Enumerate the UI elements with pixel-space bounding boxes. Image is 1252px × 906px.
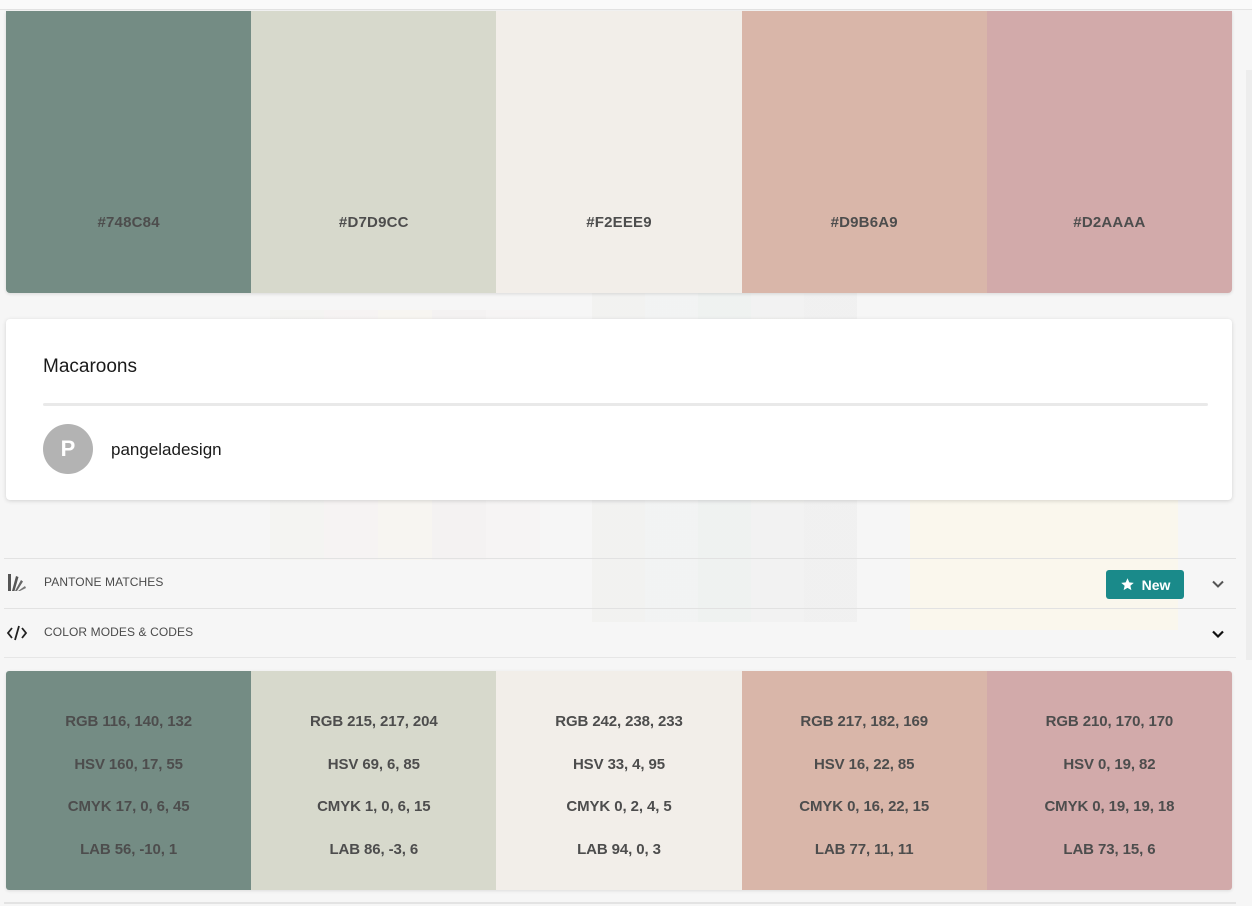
color-code-column: RGB 116, 140, 132 HSV 160, 17, 55 CMYK 1… — [6, 671, 252, 890]
lab-value[interactable]: LAB 73, 15, 6 — [1063, 841, 1155, 884]
color-swatch[interactable]: #D2AAAA — [986, 11, 1232, 293]
avatar[interactable]: P — [43, 424, 93, 474]
chevron-down-icon[interactable] — [1210, 576, 1226, 592]
star-icon — [1120, 578, 1134, 591]
cmyk-value[interactable]: CMYK 0, 2, 4, 5 — [566, 798, 671, 841]
bottom-divider — [4, 902, 1236, 904]
hsv-value[interactable]: HSV 16, 22, 85 — [814, 756, 914, 799]
rgb-value[interactable]: RGB 215, 217, 204 — [310, 713, 438, 756]
rgb-value[interactable]: RGB 217, 182, 169 — [800, 713, 928, 756]
palette-info-card: Macaroons P pangeladesign — [6, 319, 1232, 500]
cmyk-value[interactable]: CMYK 0, 16, 22, 15 — [799, 798, 929, 841]
hsv-value[interactable]: HSV 160, 17, 55 — [74, 756, 183, 799]
cmyk-value[interactable]: CMYK 0, 19, 19, 18 — [1044, 798, 1174, 841]
rgb-value[interactable]: RGB 116, 140, 132 — [65, 713, 192, 756]
swatch-hex-label[interactable]: #D7D9CC — [339, 214, 409, 231]
pantone-matches-section[interactable]: PANTONE MATCHES New — [4, 558, 1236, 608]
divider — [43, 403, 1208, 406]
swatch-hex-label[interactable]: #F2EEE9 — [586, 214, 652, 231]
hsv-value[interactable]: HSV 33, 4, 95 — [573, 756, 665, 799]
pantone-fan-icon — [8, 574, 26, 591]
hsv-value[interactable]: HSV 69, 6, 85 — [328, 756, 420, 799]
palette-title: Macaroons — [43, 356, 137, 377]
scrollbar-track[interactable] — [1246, 70, 1252, 660]
lab-value[interactable]: LAB 86, -3, 6 — [329, 841, 418, 884]
section-label: PANTONE MATCHES — [44, 575, 164, 589]
lab-value[interactable]: LAB 77, 11, 11 — [815, 841, 914, 884]
color-code-column: RGB 242, 238, 233 HSV 33, 4, 95 CMYK 0, … — [496, 671, 742, 890]
swatch-hex-label[interactable]: #748C84 — [97, 214, 159, 231]
new-badge-label: New — [1141, 576, 1171, 593]
color-code-column: RGB 217, 182, 169 HSV 16, 22, 85 CMYK 0,… — [741, 671, 987, 890]
color-swatch[interactable]: #F2EEE9 — [496, 11, 742, 293]
chevron-down-icon[interactable] — [1210, 626, 1226, 642]
top-border — [0, 0, 1252, 10]
swatch-hex-label[interactable]: #D2AAAA — [1073, 214, 1145, 231]
section-label: COLOR MODES & CODES — [44, 625, 194, 639]
author-name-link[interactable]: pangeladesign — [111, 440, 222, 460]
lab-value[interactable]: LAB 94, 0, 3 — [577, 841, 661, 884]
hsv-value[interactable]: HSV 0, 19, 82 — [1063, 756, 1155, 799]
code-brackets-icon — [6, 625, 28, 641]
color-modes-section[interactable]: COLOR MODES & CODES — [4, 608, 1236, 658]
cmyk-value[interactable]: CMYK 1, 0, 6, 15 — [317, 798, 431, 841]
lab-value[interactable]: LAB 56, -10, 1 — [80, 841, 177, 884]
color-codes-grid: RGB 116, 140, 132 HSV 160, 17, 55 CMYK 1… — [6, 671, 1232, 890]
cmyk-value[interactable]: CMYK 17, 0, 6, 45 — [68, 798, 190, 841]
color-palette: #748C84 #D7D9CC #F2EEE9 #D9B6A9 #D2AAAA — [6, 11, 1232, 293]
rgb-value[interactable]: RGB 210, 170, 170 — [1046, 713, 1174, 756]
color-swatch[interactable]: #D7D9CC — [251, 11, 497, 293]
color-swatch[interactable]: #D9B6A9 — [741, 11, 987, 293]
color-swatch[interactable]: #748C84 — [6, 11, 252, 293]
color-code-column: RGB 210, 170, 170 HSV 0, 19, 82 CMYK 0, … — [986, 671, 1232, 890]
new-badge[interactable]: New — [1106, 570, 1184, 599]
swatch-hex-label[interactable]: #D9B6A9 — [831, 214, 898, 231]
color-code-column: RGB 215, 217, 204 HSV 69, 6, 85 CMYK 1, … — [251, 671, 497, 890]
rgb-value[interactable]: RGB 242, 238, 233 — [555, 713, 683, 756]
